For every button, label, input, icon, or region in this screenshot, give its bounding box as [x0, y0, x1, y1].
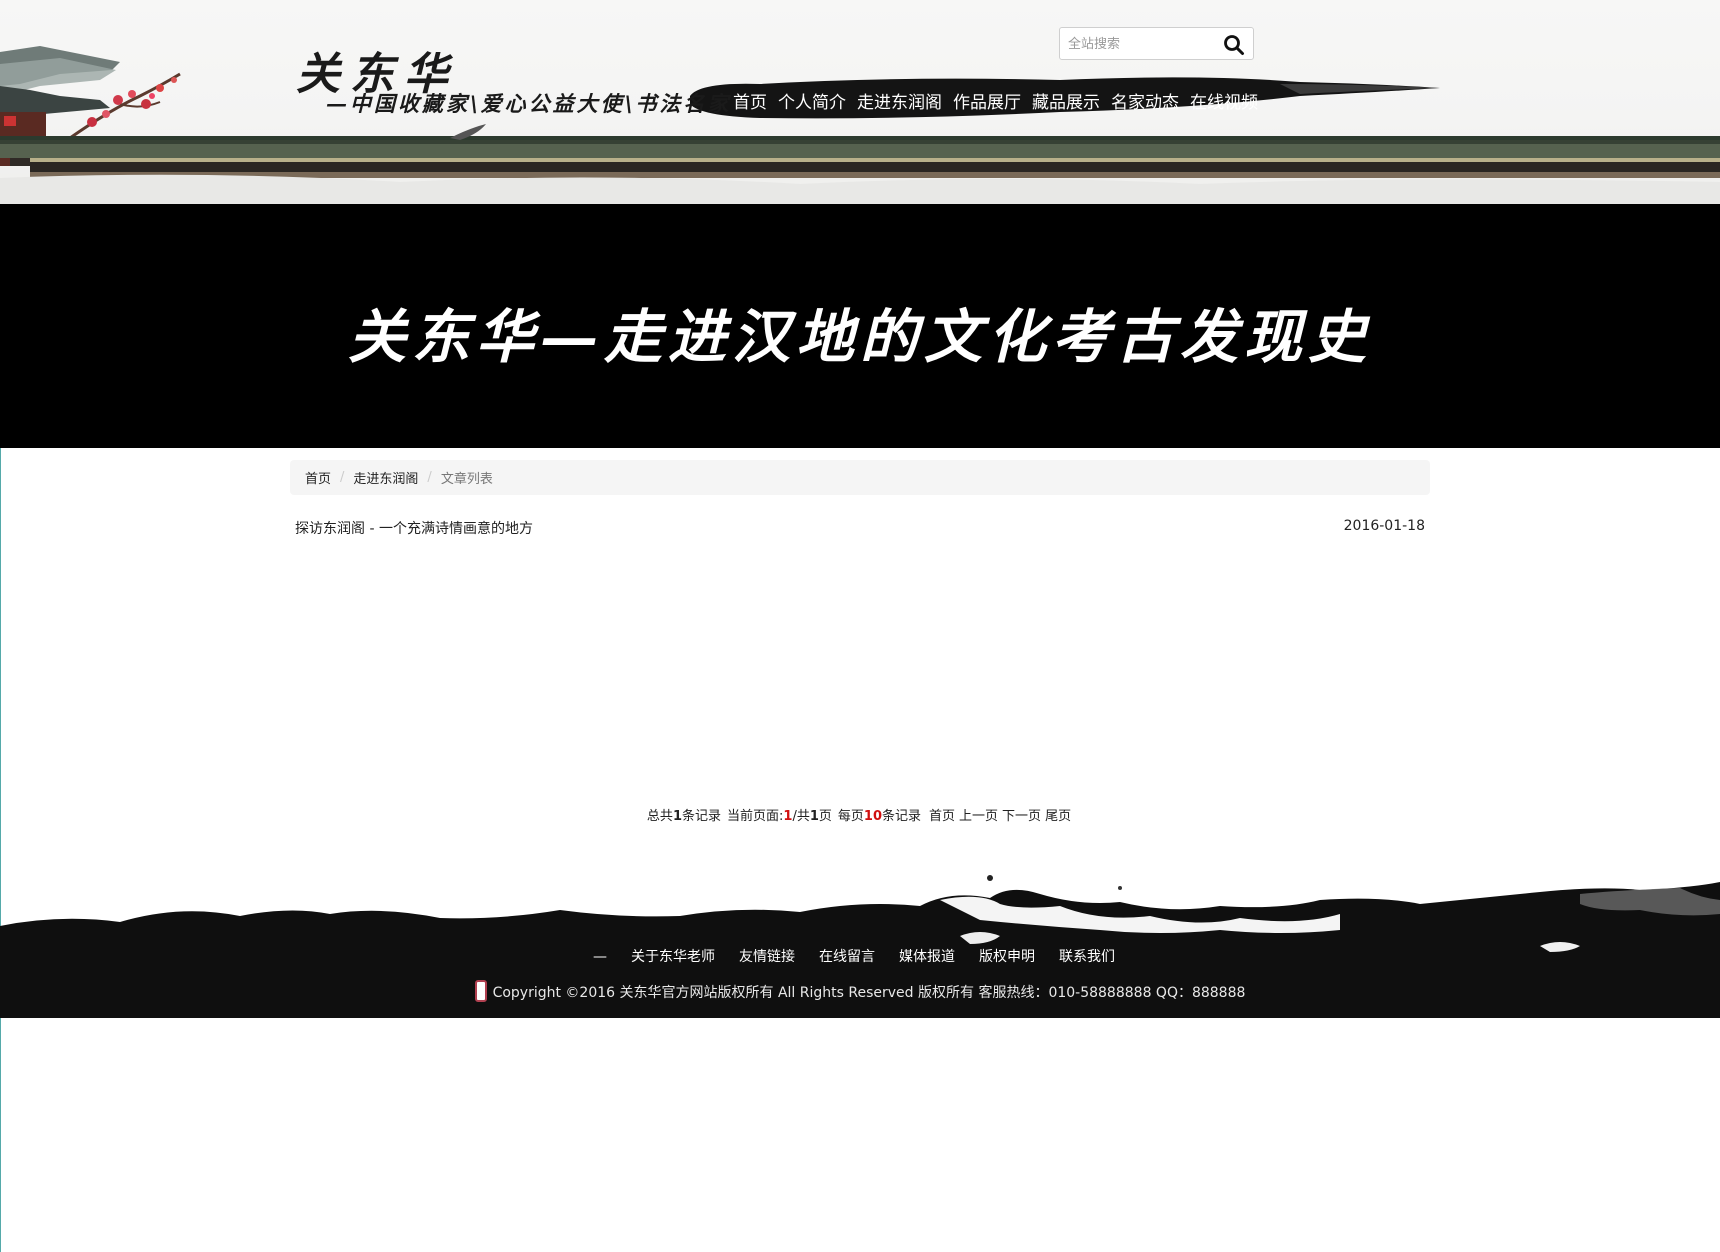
pagination-pages-sep: /共 [792, 809, 810, 824]
nav-item-collection[interactable]: 藏品展示 [1032, 91, 1100, 115]
footer-links: — 关于东华老师 友情链接 在线留言 媒体报道 版权申明 联系我们 [0, 946, 1720, 966]
footer-link-copyright[interactable]: 版权申明 [979, 949, 1035, 965]
article-date: 2016-01-18 [1343, 518, 1425, 534]
pagination-pages-suffix: 页 [818, 809, 832, 824]
main-nav: 首页 个人简介 走进东润阁 作品展厅 藏品展示 名家动态 在线视频 [733, 91, 1269, 115]
breadcrumb-dongrunge[interactable]: 走进东润阁 [353, 468, 418, 487]
site-footer: — 关于东华老师 友情链接 在线留言 媒体报道 版权申明 联系我们 Copyright ©2… [0, 870, 1720, 1018]
footer-link-friends[interactable]: 友情链接 [739, 949, 795, 965]
breadcrumb-home[interactable]: 首页 [305, 468, 331, 487]
footer-link-contact[interactable]: 联系我们 [1059, 949, 1115, 965]
nav-item-news[interactable]: 名家动态 [1111, 91, 1179, 115]
site-header: 关东华 —中国收藏家\爱心公益大使\书法名家 首页 个人简介 走进东润阁 作品展… [0, 0, 1720, 204]
breadcrumb: 首页 / 走进东润阁 / 文章列表 [290, 460, 1430, 495]
pagination-per-page-prefix: 每页 [837, 809, 864, 824]
pagination-total-suffix: 条记录 [681, 809, 721, 824]
pagination-total-records: 1 [672, 809, 682, 824]
pagination-per-page: 10 [863, 809, 882, 824]
article-title-link[interactable]: 探访东润阁 - 一个充满诗情画意的地方 [295, 518, 533, 538]
copyright-line: Copyright ©2016 关东华官方网站版权所有 All Rights R… [0, 980, 1720, 1004]
nav-item-gallery[interactable]: 作品展厅 [953, 91, 1021, 115]
pagination-first-link[interactable]: 首页 [929, 809, 955, 824]
footer-link-about[interactable]: 关于东华老师 [631, 949, 715, 965]
pagination-per-page-suffix: 条记录 [882, 809, 922, 824]
pagination-total-pages: 1 [809, 809, 819, 824]
breadcrumb-current: 文章列表 [440, 472, 493, 487]
pagination-next-link[interactable]: 下一页 [1002, 809, 1041, 824]
nav-item-video[interactable]: 在线视频 [1190, 91, 1258, 115]
search-icon[interactable] [1223, 34, 1245, 56]
pagination-last-link[interactable]: 尾页 [1045, 809, 1071, 824]
footer-link-media[interactable]: 媒体报道 [899, 949, 955, 965]
pagination: 总共1条记录 当前页面:1/共1页 每页10条记录 首页 上一页 下一页 尾页 [0, 805, 1720, 824]
nav-item-home[interactable]: 首页 [733, 91, 767, 115]
pagination-prev-link[interactable]: 上一页 [959, 809, 998, 824]
search-input[interactable] [1068, 33, 1208, 55]
phone-icon [474, 980, 487, 1002]
list-item: 探访东润阁 - 一个充满诗情画意的地方 2016-01-18 [295, 518, 1425, 540]
nav-item-dongrunge[interactable]: 走进东润阁 [857, 91, 942, 115]
nav-item-profile[interactable]: 个人简介 [778, 91, 846, 115]
breadcrumb-separator: / [427, 470, 432, 485]
breadcrumb-separator: / [340, 470, 345, 485]
footer-link-message[interactable]: 在线留言 [819, 949, 875, 965]
hero-banner: 关东华—走进汉地的文化考古发现史 [0, 204, 1720, 448]
pagination-total-prefix: 总共 [646, 809, 673, 824]
footer-dash: — [593, 949, 607, 965]
copyright-text: Copyright ©2016 关东华官方网站版权所有 All Rights R… [492, 985, 1246, 1001]
banner-title: 关东华—走进汉地的文化考古发现史 [347, 303, 1372, 371]
pagination-current-prefix: 当前页面: [727, 809, 784, 824]
logo-tagline: —中国收藏家\爱心公益大使\书法名家 [326, 91, 732, 116]
search-box [1059, 27, 1254, 60]
